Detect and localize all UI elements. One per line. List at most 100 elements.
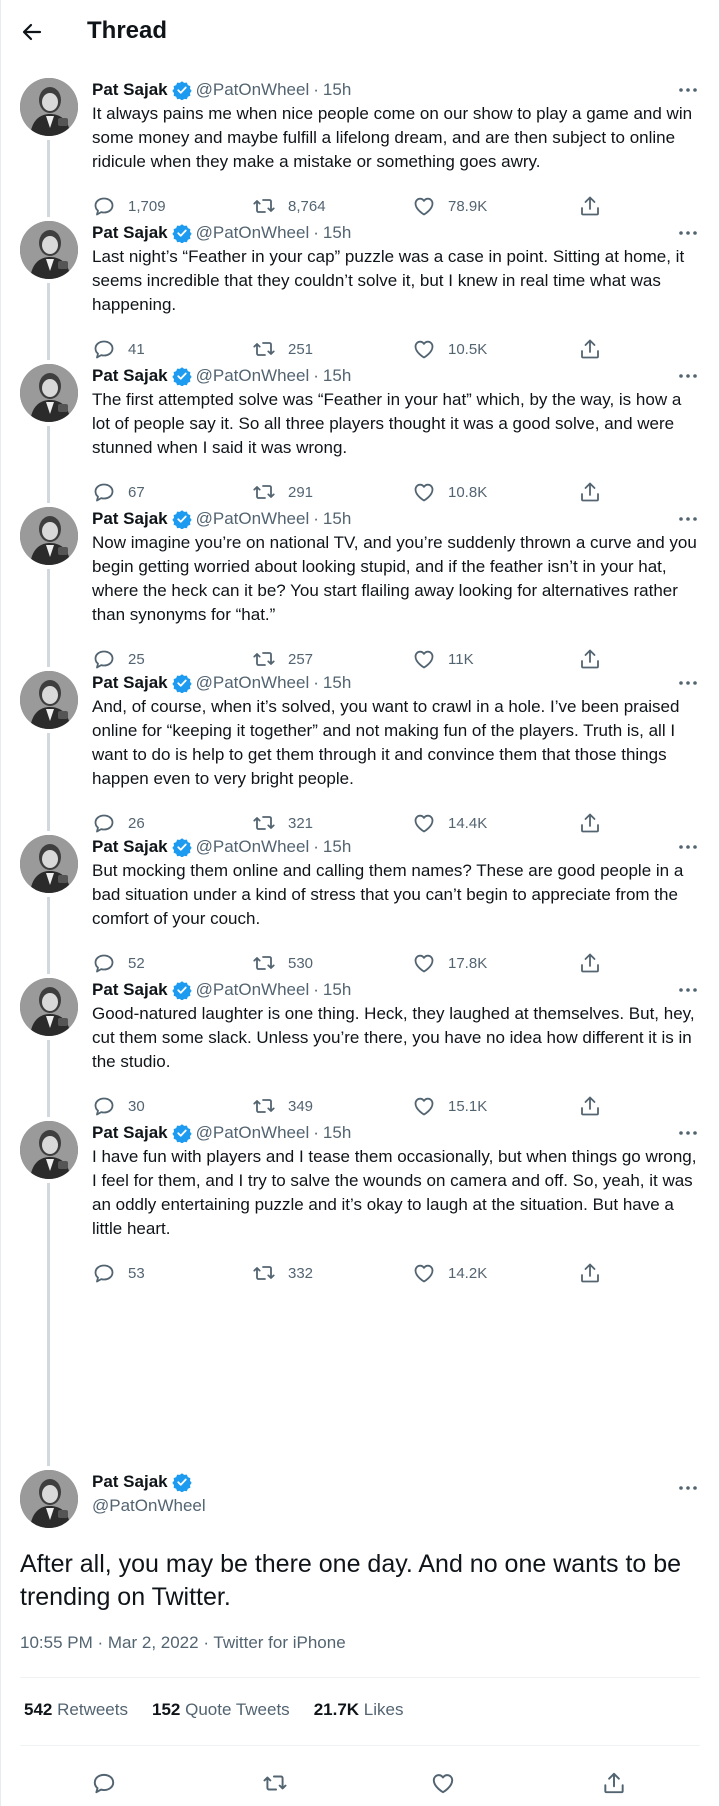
tweet-time[interactable]: 15h [323,980,351,1000]
avatar[interactable] [20,671,78,729]
author-handle[interactable]: @PatOnWheel [196,673,310,693]
tweet-time[interactable]: 15h [323,673,351,693]
share-button[interactable] [578,647,614,671]
tweet-time[interactable]: 15h [323,366,351,386]
reply-button[interactable]: 67 [92,480,145,504]
retweet-icon [253,1266,275,1280]
reply-button[interactable]: 26 [92,811,145,835]
back-arrow-icon[interactable] [20,20,44,44]
reply-button[interactable]: 25 [92,647,145,671]
like-button[interactable]: 17.8K [412,951,487,975]
retweets-count: 542 [24,1700,53,1719]
avatar[interactable] [20,78,78,136]
more-icon[interactable] [676,835,700,859]
more-icon[interactable] [676,1476,700,1500]
tweet-text: But mocking them online and calling them… [92,861,684,928]
avatar[interactable] [20,364,78,422]
like-count: 14.4K [448,814,488,832]
share-button[interactable] [578,951,614,975]
likes-stat[interactable]: 21.7K Likes [314,1700,404,1720]
reply-button[interactable]: 30 [92,1094,145,1118]
tweet-time[interactable]: 15h [323,1123,351,1143]
more-icon[interactable] [676,221,700,245]
share-button[interactable] [601,1770,627,1796]
like-button[interactable]: 14.4K [412,811,487,835]
more-icon[interactable] [676,1121,700,1145]
avatar[interactable] [20,1121,78,1179]
retweet-button[interactable]: 291 [252,480,313,504]
author-name[interactable]: Pat Sajak [92,509,168,529]
avatar[interactable] [20,507,78,565]
author-handle[interactable]: @PatOnWheel [196,980,310,1000]
tweet-time[interactable]: 15h [323,80,351,100]
tweet-time[interactable]: 15h [323,837,351,857]
share-button[interactable] [578,1261,614,1285]
share-button[interactable] [578,1094,614,1118]
retweet-button[interactable]: 257 [252,647,313,671]
author-handle[interactable]: @PatOnWheel [196,223,310,243]
reply-count: 53 [128,1264,145,1282]
author-name[interactable]: Pat Sajak [92,1472,168,1492]
like-button[interactable]: 10.8K [412,480,487,504]
author-handle[interactable]: @PatOnWheel [196,80,310,100]
author-handle[interactable]: @PatOnWheel [92,1496,206,1516]
author-name[interactable]: Pat Sajak [92,837,168,857]
reply-icon [94,340,114,359]
more-icon[interactable] [676,507,700,531]
avatar[interactable] [20,835,78,893]
tweet-timestamp[interactable]: 10:55 PM · Mar 2, 2022 · Twitter for iPh… [20,1633,346,1653]
reply-button[interactable]: 53 [92,1261,145,1285]
share-button[interactable] [578,194,614,218]
like-button[interactable]: 78.9K [412,194,487,218]
retweet-count: 349 [288,1097,314,1115]
reply-count: 25 [128,650,145,668]
like-button[interactable]: 14.2K [412,1261,487,1285]
share-icon [604,1772,624,1794]
quote-tweets-count: 152 [151,1700,181,1719]
share-button[interactable] [578,337,614,361]
author-handle[interactable]: @PatOnWheel [196,1123,310,1143]
likes-label: Likes [363,1700,404,1719]
tweet-time[interactable]: 15h [323,223,351,243]
retweet-button[interactable]: 530 [252,951,313,975]
quote-tweets-stat[interactable]: 152 Quote Tweets [152,1700,290,1720]
like-button[interactable] [430,1770,456,1796]
share-icon [581,953,599,973]
like-button[interactable]: 10.5K [412,337,487,361]
retweet-button[interactable]: 251 [252,337,313,361]
author-name[interactable]: Pat Sajak [92,80,168,100]
author-handle[interactable]: @PatOnWheel [196,837,310,857]
avatar[interactable] [20,1470,78,1528]
tweet-time[interactable]: 15h [323,509,351,529]
like-button[interactable]: 15.1K [412,1094,487,1118]
retweets-stat[interactable]: 542 Retweets [24,1700,128,1720]
more-icon[interactable] [676,78,700,102]
author-name[interactable]: Pat Sajak [92,980,168,1000]
retweet-button[interactable]: 349 [252,1094,313,1118]
author-handle[interactable]: @PatOnWheel [196,509,310,529]
more-icon[interactable] [676,978,700,1002]
reply-button[interactable]: 41 [92,337,145,361]
more-icon[interactable] [676,364,700,388]
avatar[interactable] [20,221,78,279]
author-name[interactable]: Pat Sajak [92,223,168,243]
more-icon[interactable] [676,671,700,695]
reply-button[interactable] [91,1770,117,1796]
retweet-button[interactable]: 321 [252,811,313,835]
author-handle[interactable]: @PatOnWheel [196,366,310,386]
author-name[interactable]: Pat Sajak [92,673,168,693]
author-name[interactable]: Pat Sajak [92,366,168,386]
retweet-button[interactable]: 8,764 [252,194,326,218]
avatar[interactable] [20,978,78,1036]
share-button[interactable] [578,811,614,835]
like-button[interactable]: 11K [412,647,474,671]
meta-separator: · [313,1123,319,1142]
like-count: 10.5K [448,340,488,358]
retweet-button[interactable] [262,1770,288,1796]
share-button[interactable] [578,480,614,504]
reply-button[interactable]: 52 [92,951,145,975]
author-name[interactable]: Pat Sajak [92,1123,168,1143]
reply-button[interactable]: 1,709 [92,194,166,218]
retweet-button[interactable]: 332 [252,1261,313,1285]
retweet-icon [253,652,275,666]
